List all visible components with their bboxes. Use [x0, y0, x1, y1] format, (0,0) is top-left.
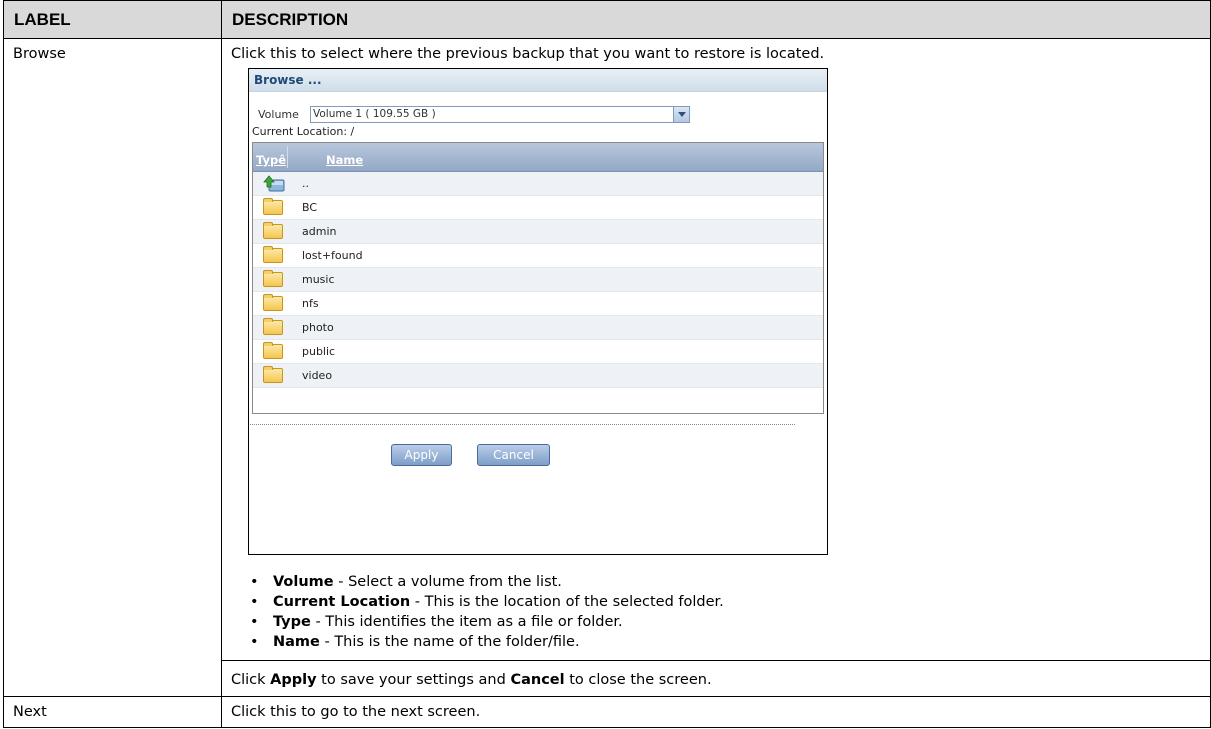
item-name: BC	[302, 201, 318, 214]
row-description: Click this to go to the next screen.	[221, 696, 1211, 728]
folder-icon	[263, 294, 283, 311]
folder-icon	[263, 198, 283, 215]
folder-icon	[263, 222, 283, 239]
volume-select[interactable]: Volume 1 ( 109.55 GB )	[310, 106, 690, 123]
folder-icon	[263, 270, 283, 287]
bullet-text: - This is the name of the folder/file.	[319, 634, 580, 650]
volume-select-value: Volume 1 ( 109.55 GB )	[313, 108, 436, 120]
list-item: Name - This is the name of the folder/fi…	[250, 632, 1210, 652]
field-description-list: Volume - Select a volume from the list. …	[231, 572, 1210, 652]
type-column-header[interactable]: Typê	[256, 150, 286, 170]
list-item: Current Location - This is the location …	[250, 592, 1210, 612]
bullet-term: Name	[273, 634, 320, 650]
list-item[interactable]: ..	[253, 172, 823, 196]
dialog-title: Browse ...	[249, 69, 827, 92]
closing-text: Click	[231, 672, 271, 688]
list-item[interactable]: admin	[253, 220, 823, 244]
dotted-divider	[250, 424, 795, 425]
folder-icon	[263, 318, 283, 335]
column-divider	[287, 146, 288, 168]
bullet-text: - This identifies the item as a file or …	[310, 614, 623, 630]
row-label: Next	[3, 696, 222, 728]
description-column-header: DESCRIPTION	[221, 0, 1211, 39]
item-name: photo	[302, 321, 334, 334]
list-item[interactable]: lost+found	[253, 244, 823, 268]
list-item[interactable]: public	[253, 340, 823, 364]
table-row: Next Click this to go to the next screen…	[3, 696, 1211, 728]
item-name: admin	[302, 225, 337, 238]
label-column-header: LABEL	[3, 0, 222, 39]
folder-icon	[263, 246, 283, 263]
item-name: ..	[302, 177, 309, 190]
bullet-text: - This is the location of the selected f…	[410, 594, 724, 610]
item-name: music	[302, 273, 335, 286]
grid-header: Typê Name	[253, 143, 823, 172]
table-header-row: LABEL DESCRIPTION	[3, 0, 1211, 39]
table-row: Browse Click this to select where the pr…	[3, 38, 1211, 697]
folder-up-icon	[263, 175, 285, 192]
closing-apply-term: Apply	[270, 672, 317, 688]
list-item[interactable]: photo	[253, 316, 823, 340]
current-location: Current Location: /	[252, 125, 355, 138]
paragraph-divider	[222, 660, 1210, 661]
bullet-term: Type	[273, 614, 311, 630]
file-grid: Typê Name .. BC admin lost+found music n…	[252, 142, 824, 414]
row-label: Browse	[3, 38, 222, 697]
list-item[interactable]: video	[253, 364, 823, 388]
list-item[interactable]: music	[253, 268, 823, 292]
folder-icon	[263, 342, 283, 359]
browse-dialog: Browse ... Volume Volume 1 ( 109.55 GB )…	[248, 68, 828, 555]
name-column-header[interactable]: Name	[326, 150, 363, 170]
chevron-down-icon[interactable]	[673, 107, 689, 122]
grid-body: .. BC admin lost+found music nfs photo p…	[253, 172, 823, 388]
closing-text: to close the screen.	[564, 672, 712, 688]
cancel-button[interactable]: Cancel	[477, 444, 550, 466]
list-item[interactable]: nfs	[253, 292, 823, 316]
closing-cancel-term: Cancel	[510, 672, 565, 688]
item-name: nfs	[302, 297, 319, 310]
bullet-term: Volume	[273, 574, 334, 590]
item-name: video	[302, 369, 333, 382]
bullet-text: - Select a volume from the list.	[333, 574, 562, 590]
closing-paragraph: Click Apply to save your settings and Ca…	[231, 670, 1210, 690]
list-item[interactable]: BC	[253, 196, 823, 220]
item-name: public	[302, 345, 336, 358]
list-item: Volume - Select a volume from the list.	[250, 572, 1210, 592]
apply-button[interactable]: Apply	[391, 444, 452, 466]
list-item: Type - This identifies the item as a fil…	[250, 612, 1210, 632]
volume-label: Volume	[258, 108, 299, 121]
closing-text: to save your settings and	[316, 672, 511, 688]
row-description-cell: Click this to select where the previous …	[221, 38, 1211, 697]
row-description: Click this to select where the previous …	[231, 46, 825, 62]
bullet-term: Current Location	[273, 594, 411, 610]
folder-icon	[263, 366, 283, 383]
item-name: lost+found	[302, 249, 363, 262]
description-table: LABEL DESCRIPTION Browse Click this to s…	[3, 0, 1211, 728]
